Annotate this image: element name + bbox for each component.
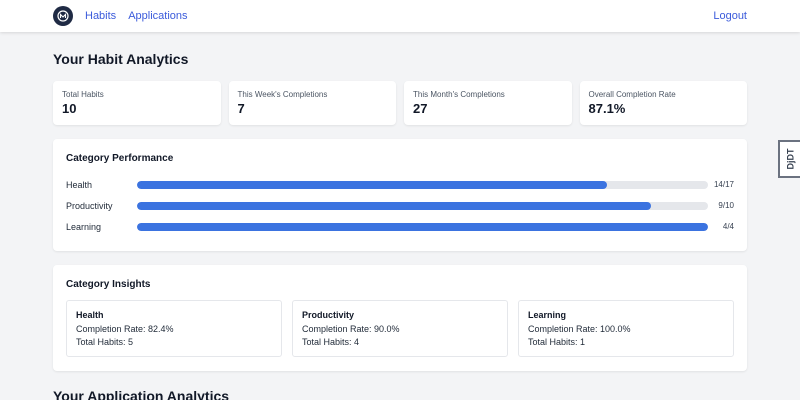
stat-value: 10 xyxy=(62,101,77,116)
progress-fill xyxy=(137,201,651,210)
category-performance-card: Category Performance Health 14/17 Produc… xyxy=(53,139,747,251)
insight-name: Productivity xyxy=(302,310,355,320)
progress-fill xyxy=(137,180,608,189)
insight-rate: Completion Rate: 100.0% xyxy=(528,324,631,334)
insight-box-health: Health Completion Rate: 82.4% Total Habi… xyxy=(66,300,282,357)
logo-glyph-icon xyxy=(57,10,69,22)
insight-box-productivity: Productivity Completion Rate: 90.0% Tota… xyxy=(292,300,508,357)
stat-value: 27 xyxy=(413,101,428,116)
perf-row-learning: Learning 4/4 xyxy=(66,216,734,237)
app-logo-icon[interactable] xyxy=(53,6,73,26)
stat-card-total-habits: Total Habits 10 xyxy=(53,81,221,125)
stat-label: This Week's Completions xyxy=(237,90,328,99)
perf-row-health: Health 14/17 xyxy=(66,174,734,195)
category-insights-card: Category Insights Health Completion Rate… xyxy=(53,265,747,371)
top-navbar: Habits Applications Logout xyxy=(0,0,800,32)
insight-total: Total Habits: 5 xyxy=(76,337,134,347)
stat-card-month-completions: This Month's Completions 27 xyxy=(404,81,572,125)
stat-value: 87.1% xyxy=(588,101,626,116)
perf-label: Health xyxy=(66,179,93,190)
insight-name: Learning xyxy=(528,310,567,320)
stat-label: Overall Completion Rate xyxy=(588,90,676,99)
perf-count: 9/10 xyxy=(718,201,734,210)
logout-link[interactable]: Logout xyxy=(713,10,747,22)
progress-track xyxy=(137,201,708,210)
insights-grid: Health Completion Rate: 82.4% Total Habi… xyxy=(66,300,734,357)
category-insights-title: Category Insights xyxy=(66,279,151,290)
progress-track xyxy=(137,180,708,189)
stats-row: Total Habits 10 This Week's Completions … xyxy=(53,81,747,125)
main-content: Your Habit Analytics Total Habits 10 Thi… xyxy=(0,51,800,400)
insight-rate: Completion Rate: 82.4% xyxy=(76,324,174,334)
insight-rate: Completion Rate: 90.0% xyxy=(302,324,400,334)
progress-track xyxy=(137,222,708,231)
stat-card-week-completions: This Week's Completions 7 xyxy=(228,81,396,125)
insight-total: Total Habits: 4 xyxy=(302,337,360,347)
stat-label: Total Habits xyxy=(62,90,104,99)
perf-label: Productivity xyxy=(66,200,113,211)
debug-toolbar-handle[interactable]: DjDT xyxy=(778,140,800,178)
application-analytics-title: Your Application Analytics xyxy=(53,388,230,400)
category-performance-title: Category Performance xyxy=(66,153,174,164)
stat-card-completion-rate: Overall Completion Rate 87.1% xyxy=(579,81,747,125)
nav-link-habits[interactable]: Habits xyxy=(85,10,116,22)
stat-value: 7 xyxy=(237,101,245,116)
perf-row-productivity: Productivity 9/10 xyxy=(66,195,734,216)
insight-box-learning: Learning Completion Rate: 100.0% Total H… xyxy=(518,300,734,357)
insight-name: Health xyxy=(76,310,104,320)
progress-fill xyxy=(137,222,708,231)
perf-count: 14/17 xyxy=(713,180,734,189)
nav-link-applications[interactable]: Applications xyxy=(128,10,187,22)
debug-toolbar-label: DjDT xyxy=(785,148,795,170)
perf-label: Learning xyxy=(66,221,102,232)
page-title: Your Habit Analytics xyxy=(53,51,189,67)
insight-total: Total Habits: 1 xyxy=(528,337,586,347)
perf-count: 4/4 xyxy=(722,222,734,231)
stat-label: This Month's Completions xyxy=(413,90,505,99)
